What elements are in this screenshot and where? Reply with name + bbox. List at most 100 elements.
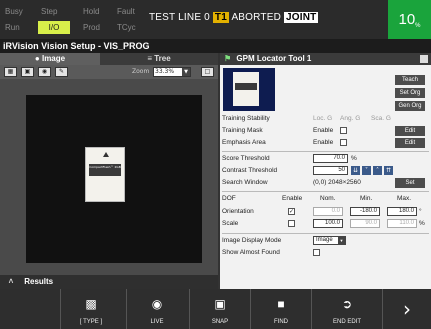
image-display-mode-label: Image Display Mode (222, 237, 282, 244)
orientation-max-input[interactable]: 180.0 (387, 207, 417, 216)
save-image-icon[interactable]: ▣ (21, 67, 34, 77)
scale-max-input[interactable]: 110.0 (387, 219, 417, 228)
double-up-icon[interactable]: ⇈ (384, 166, 393, 175)
orientation-checkbox[interactable]: ✓ (288, 208, 295, 215)
end-edit-button[interactable]: ➲ END EDIT (311, 289, 382, 329)
minimize-icon[interactable] (420, 55, 428, 63)
fit-view-icon[interactable]: □ (201, 67, 214, 77)
sca-label: Sca. G (371, 115, 391, 122)
results-label: Results (24, 277, 54, 286)
double-down-icon[interactable]: ⇊ (351, 166, 360, 175)
zoom-select[interactable]: 33.3% ▼ (153, 67, 191, 77)
camera-image[interactable]: CompactFlash™ 2GB (26, 95, 202, 263)
status-fault: Fault (117, 7, 135, 16)
end-edit-label: END EDIT (332, 319, 361, 325)
coord-badge: JOINT (283, 12, 319, 23)
live-button[interactable]: ◉ LIVE (126, 289, 187, 329)
card-label: CompactFlash™ 2GB (89, 164, 121, 176)
locator-tool-icon: ⚑ (224, 54, 232, 63)
edit-emphasis-button[interactable]: Edit (395, 138, 425, 148)
camera-live-icon: ◉ (151, 297, 163, 311)
search-window-value: (0,0) 2048×2560 (313, 179, 361, 186)
image-display-mode-select[interactable]: Image ▼ (313, 236, 346, 245)
compactflash-card-image: CompactFlash™ 2GB (85, 147, 125, 202)
exit-icon: ➲ (341, 297, 353, 311)
status-run: Run (5, 23, 20, 32)
tab-image[interactable]: ● Image (0, 53, 100, 65)
image-toolbar: ▦ ▣ ◉ ✎ Zoom 33.3% ▼ □ (0, 65, 218, 79)
up-icon[interactable]: ˄ (373, 166, 382, 175)
divider (222, 151, 429, 152)
scale-min-input[interactable]: 90.0 (350, 219, 380, 228)
type-button[interactable]: ▩ [ TYPE ] (60, 289, 121, 329)
gen-org-button[interactable]: Gen Org (395, 101, 425, 111)
camera-icon: ● (34, 54, 40, 63)
tab-tree[interactable]: ≡ Tree (100, 53, 218, 65)
orientation-nom-input[interactable]: 0.0 (313, 207, 343, 216)
chevron-down-icon: ▼ (182, 68, 190, 76)
contrast-threshold-label: Contrast Threshold (222, 167, 278, 174)
edit-mask-button[interactable]: Edit (395, 126, 425, 136)
divider (222, 233, 429, 234)
draw-icon[interactable]: ✎ (55, 67, 68, 77)
tree-icon: ≡ (147, 54, 152, 63)
training-mask-checkbox[interactable] (340, 127, 347, 134)
contrast-threshold-input[interactable]: 50 (313, 166, 348, 175)
min-header: Min. (360, 195, 373, 202)
scale-unit: % (419, 220, 425, 227)
zoom-value: 33.3% (155, 68, 175, 75)
image-panel: ● Image ≡ Tree ▦ ▣ ◉ ✎ Zoom 33.3% ▼ □ Co… (0, 53, 218, 289)
tool-header: ⚑ GPM Locator Tool 1 (220, 53, 431, 65)
card-fine-print (90, 179, 120, 185)
status-step: Step (41, 7, 58, 16)
model-thumbnail (223, 68, 275, 111)
next-page-icon[interactable]: › (382, 289, 431, 329)
score-threshold-input[interactable]: 70.0 (313, 154, 348, 163)
live-label: LIVE (150, 319, 164, 325)
set-org-button[interactable]: Set Org (395, 88, 425, 98)
status-bar: Busy Step Hold Fault Run I/O Prod TCyc T… (0, 0, 431, 39)
snap-button[interactable]: ▣ SNAP (189, 289, 250, 329)
search-window-label: Search Window (222, 179, 268, 186)
orientation-label: Orientation (222, 208, 254, 215)
program-state: ABORTED (231, 12, 281, 23)
camera-snap-icon: ▣ (214, 297, 226, 311)
grid-icon[interactable]: ▦ (4, 67, 17, 77)
training-stability-label: Training Stability (222, 115, 270, 122)
scale-label: Scale (222, 220, 239, 227)
set-window-button[interactable]: Set (395, 178, 425, 188)
status-io: I/O (38, 21, 70, 34)
nom-header: Nom. (320, 195, 336, 202)
tool-name: GPM Locator Tool 1 (236, 54, 312, 63)
load-image-icon[interactable]: ◉ (38, 67, 51, 77)
speed-unit: % (415, 23, 421, 29)
tool-settings-panel: ⚑ GPM Locator Tool 1 Teach Set Org Gen O… (218, 53, 431, 289)
tab-tree-label: Tree (154, 54, 171, 63)
emphasis-area-label: Emphasis Area (222, 139, 266, 146)
find-button[interactable]: ■ FIND (250, 289, 311, 329)
speed-override[interactable]: 10% (388, 0, 431, 39)
emphasis-enable-label: Enable (313, 139, 334, 146)
find-label: FIND (274, 319, 288, 325)
status-tcyc: TCyc (117, 23, 136, 32)
training-mask-enable-label: Enable (313, 127, 334, 134)
down-icon[interactable]: ˅ (362, 166, 371, 175)
emphasis-area-checkbox[interactable] (340, 139, 347, 146)
status-busy: Busy (5, 7, 23, 16)
divider (222, 191, 429, 192)
orientation-min-input[interactable]: -180.0 (350, 207, 380, 216)
type-icon: ▩ (85, 297, 97, 311)
show-almost-found-checkbox[interactable] (313, 249, 320, 256)
ang-label: Ang. G (340, 115, 361, 122)
image-display-mode-value: Image (316, 237, 333, 243)
training-mask-label: Training Mask (222, 127, 263, 134)
function-key-bar: ▩ [ TYPE ] ◉ LIVE ▣ SNAP ■ FIND ➲ END ED… (0, 289, 431, 329)
scale-nom-input[interactable]: 100.0 (313, 219, 343, 228)
score-threshold-label: Score Threshold (222, 155, 270, 162)
scale-checkbox[interactable] (288, 220, 295, 227)
teach-button[interactable]: Teach (395, 75, 425, 85)
results-bar[interactable]: ˄ Results (0, 275, 218, 289)
line-label: TEST LINE 0 (149, 12, 210, 23)
score-unit: % (351, 155, 357, 162)
card-notch (103, 152, 109, 157)
